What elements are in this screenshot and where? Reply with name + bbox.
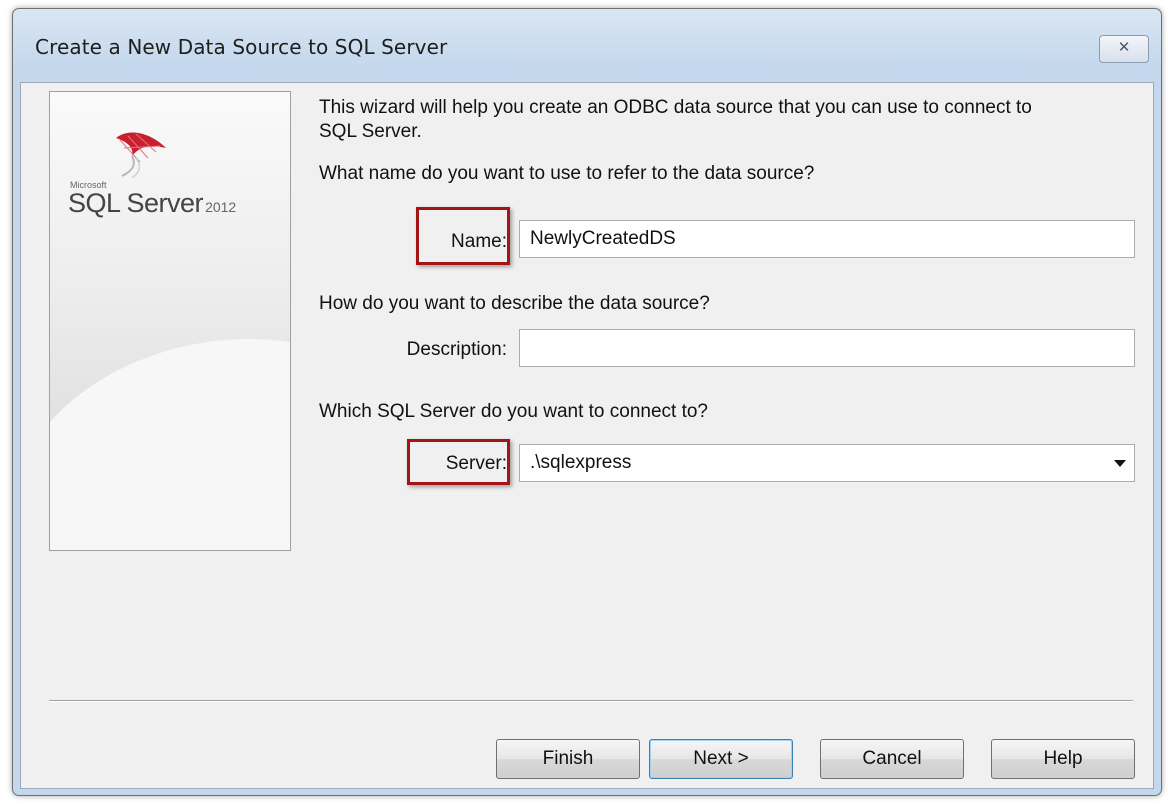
wizard-side-panel: Microsoft SQL Server 2012 — [49, 91, 291, 551]
server-question: Which SQL Server do you want to connect … — [319, 401, 708, 422]
description-label: Description: — [406, 339, 507, 360]
next-button[interactable]: Next > — [649, 739, 793, 779]
sql-server-logo-icon — [116, 132, 166, 178]
chevron-down-icon[interactable] — [1114, 460, 1126, 467]
button-separator — [49, 700, 1133, 702]
window-title: Create a New Data Source to SQL Server — [35, 35, 448, 59]
title-bar[interactable]: Create a New Data Source to SQL Server ✕ — [13, 9, 1161, 83]
name-input[interactable]: NewlyCreatedDS — [519, 220, 1135, 258]
logo-product: SQL Server 2012 — [68, 188, 236, 219]
close-button[interactable]: ✕ — [1099, 35, 1149, 63]
logo-version: 2012 — [205, 199, 237, 215]
help-button[interactable]: Help — [991, 739, 1135, 779]
dialog-window: Create a New Data Source to SQL Server ✕… — [12, 8, 1162, 796]
cancel-button[interactable]: Cancel — [820, 739, 964, 779]
intro-text-line2: SQL Server. — [319, 121, 422, 142]
intro-text: This wizard will help you create an ODBC… — [319, 97, 1032, 118]
name-label-highlight — [416, 207, 510, 265]
server-select[interactable]: .\sqlexpress — [519, 444, 1135, 482]
side-panel-swoosh — [50, 301, 290, 550]
finish-button[interactable]: Finish — [496, 739, 640, 779]
description-question: How do you want to describe the data sou… — [319, 293, 710, 314]
description-input[interactable] — [519, 329, 1135, 367]
server-label-highlight — [407, 439, 510, 485]
server-select-value: .\sqlexpress — [530, 452, 632, 473]
logo-product-name: SQL Server — [68, 188, 204, 218]
name-question: What name do you want to use to refer to… — [319, 163, 815, 184]
dialog-body: Microsoft SQL Server 2012 This wizard wil… — [20, 82, 1154, 789]
close-icon: ✕ — [1117, 39, 1131, 56]
